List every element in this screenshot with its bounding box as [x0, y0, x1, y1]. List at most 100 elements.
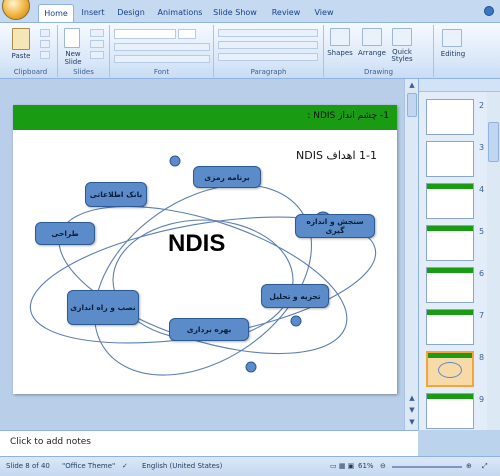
thumbnail-slide-5[interactable]	[426, 225, 474, 261]
thumbnail-scroll-thumb[interactable]	[488, 122, 499, 162]
new-slide-icon[interactable]	[64, 28, 80, 48]
thumbnail-number: 3	[479, 143, 485, 152]
node-symbolic[interactable]: برنامه رمزی	[193, 166, 261, 188]
node-install[interactable]: نصب و راه اندازی	[67, 290, 139, 325]
arrange-button[interactable]: Arrange	[356, 49, 388, 57]
format-painter-icon[interactable]	[40, 51, 50, 59]
ndis-center-label[interactable]: NDIS	[168, 230, 225, 258]
font-size-select[interactable]	[178, 29, 196, 39]
layout-icon[interactable]	[90, 29, 104, 37]
font-group: Font	[110, 25, 214, 77]
tab-insert[interactable]: Insert	[76, 4, 110, 22]
scroll-down-icon[interactable]: ▼	[406, 417, 418, 428]
thumbnail-slide-4[interactable]	[426, 183, 474, 219]
tab-design[interactable]: Design	[112, 4, 150, 22]
fit-to-window-icon[interactable]: ⤢	[482, 462, 488, 471]
ribbon: Paste Clipboard New Slide Slides Font Pa…	[0, 22, 500, 79]
status-bar: Slide 8 of 40 "Office Theme" ✓ English (…	[0, 456, 500, 476]
zoom-level[interactable]: 61%	[358, 462, 374, 470]
thumbnail-number: 2	[479, 101, 485, 110]
paragraph-label: Paragraph	[250, 68, 287, 76]
paste-icon[interactable]	[12, 28, 30, 50]
thumbnail-slide-6[interactable]	[426, 267, 474, 303]
thumbnail-number: 7	[479, 311, 485, 320]
align-buttons[interactable]	[218, 41, 318, 49]
tab-view[interactable]: View	[310, 4, 338, 22]
node-design[interactable]: طراحی	[35, 222, 95, 245]
thumbnail-number: 8	[479, 353, 485, 362]
notes-placeholder[interactable]: Click to add notes	[10, 437, 91, 447]
font-label: Font	[153, 68, 170, 76]
editing-button[interactable]: Editing	[434, 50, 472, 58]
slides-group: New Slide Slides	[58, 25, 110, 77]
prev-slide-icon[interactable]: ▲	[406, 393, 418, 404]
font-format-buttons[interactable]	[114, 43, 210, 51]
thumbnail-slide-3[interactable]	[426, 141, 474, 177]
zoom-out-icon[interactable]: ⊖	[380, 462, 386, 470]
font-name-select[interactable]	[114, 29, 176, 39]
copy-icon[interactable]	[40, 40, 50, 48]
next-slide-icon[interactable]: ▼	[406, 405, 418, 416]
zoom-slider[interactable]	[392, 466, 462, 468]
thumbnail-number: 5	[479, 227, 485, 236]
editing-group: Editing	[434, 25, 472, 77]
reset-icon[interactable]	[90, 40, 104, 48]
orbit-dot-4	[245, 361, 257, 373]
editing-icon[interactable]	[442, 29, 462, 47]
thumbnail-slide-9[interactable]	[426, 393, 474, 429]
thumbnail-number: 4	[479, 185, 485, 194]
paragraph-group: Paragraph	[214, 25, 324, 77]
scroll-up-icon[interactable]: ▲	[406, 80, 418, 91]
ribbon-tab-bar: Home Insert Design Animations Slide Show…	[0, 0, 500, 22]
slide-count: Slide 8 of 40	[6, 462, 50, 470]
current-slide[interactable]: 1- چشم انداز NDIS : 1-1 اهداف NDIS NDIS …	[13, 105, 397, 394]
slide-editing-pane: 1- چشم انداز NDIS : 1-1 اهداف NDIS NDIS …	[0, 79, 418, 430]
drawing-group: Shapes Arrange Quick Styles Drawing	[324, 25, 434, 77]
thumbnail-number: 9	[479, 395, 485, 404]
cut-icon[interactable]	[40, 29, 50, 37]
tab-review[interactable]: Review	[266, 4, 306, 22]
view-buttons[interactable]: ▭ ▦ ▣	[330, 462, 354, 470]
paste-button[interactable]: Paste	[6, 52, 36, 60]
clipboard-group: Paste Clipboard	[4, 25, 58, 77]
drawing-label: Drawing	[363, 68, 394, 76]
node-exploitation[interactable]: بهره برداری	[169, 318, 249, 341]
delete-slide-icon[interactable]	[90, 51, 104, 59]
help-icon[interactable]	[484, 6, 494, 16]
thumbnail-number: 6	[479, 269, 485, 278]
thumbnail-slide-7[interactable]	[426, 309, 474, 345]
shapes-icon[interactable]	[330, 28, 350, 46]
font-color-buttons[interactable]	[114, 55, 210, 63]
slides-thumbnail-pane: 2 3 4 5 6 7 8 9	[418, 79, 500, 430]
thumbnail-tabs[interactable]	[419, 79, 500, 92]
spacing-buttons[interactable]	[218, 53, 318, 61]
node-measurement[interactable]: سنجش و اندازه گیری	[295, 214, 375, 238]
theme-name: "Office Theme"	[62, 462, 116, 470]
scroll-thumb[interactable]	[407, 93, 417, 117]
orbit-2	[58, 205, 348, 355]
clipboard-label: Clipboard	[13, 68, 48, 76]
node-info-bank[interactable]: بانک اطلاعاتی	[85, 182, 147, 207]
quick-styles-button[interactable]: Quick Styles	[386, 49, 418, 63]
node-analysis[interactable]: تجزیه و تحلیل	[261, 284, 329, 308]
orbit-dot-3	[290, 315, 302, 327]
thumbnail-slide-8-selected[interactable]	[426, 351, 474, 387]
quick-styles-icon[interactable]	[392, 28, 412, 46]
thumbnail-scrollbar[interactable]	[487, 92, 500, 430]
spell-check-icon[interactable]: ✓	[122, 462, 128, 470]
tab-animations[interactable]: Animations	[152, 4, 208, 22]
tab-home[interactable]: Home	[38, 4, 74, 22]
powerpoint-window: Home Insert Design Animations Slide Show…	[0, 0, 500, 476]
orbit-dot-1	[169, 155, 181, 167]
shapes-button[interactable]: Shapes	[324, 49, 356, 57]
slides-label: Slides	[73, 68, 94, 76]
tab-slide-show[interactable]: Slide Show	[210, 4, 260, 22]
arrange-icon[interactable]	[362, 28, 382, 46]
notes-pane[interactable]: Click to add notes	[0, 430, 418, 456]
slide-vertical-scrollbar[interactable]: ▲ ▲ ▼ ▼	[404, 79, 418, 430]
office-button[interactable]	[2, 0, 30, 20]
new-slide-button[interactable]: New Slide	[58, 50, 88, 66]
list-buttons[interactable]	[218, 29, 318, 37]
zoom-in-icon[interactable]: ⊕	[466, 462, 472, 470]
thumbnail-slide-2[interactable]	[426, 99, 474, 135]
